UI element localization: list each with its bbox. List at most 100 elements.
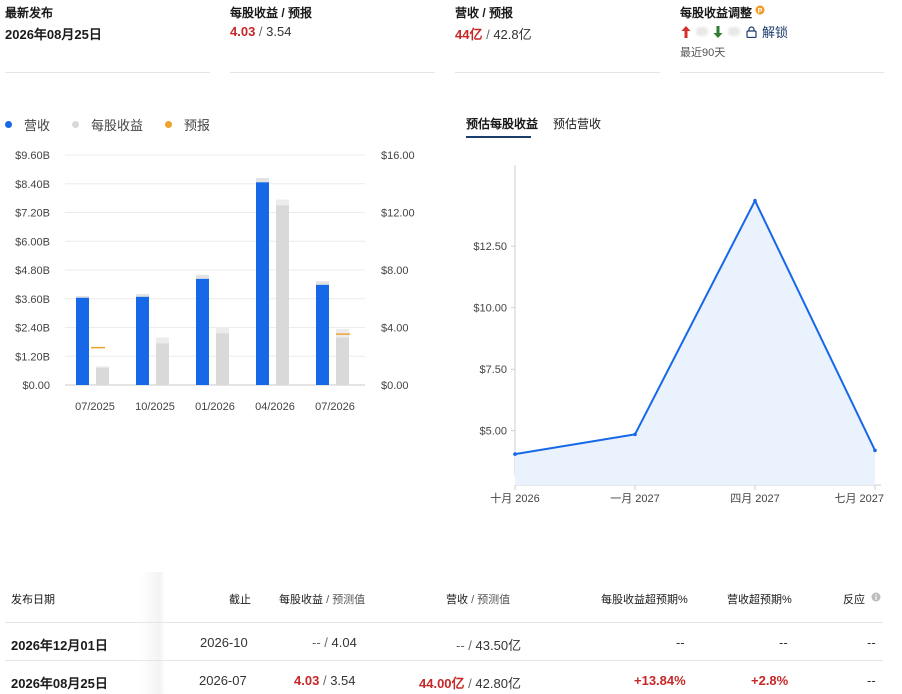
divider — [5, 72, 210, 73]
col-period[interactable]: 截止 — [229, 591, 251, 607]
unlock-label: 解锁 — [762, 25, 789, 40]
col-rev-surprise[interactable]: 营收超预期% — [727, 591, 792, 607]
legend-revenue-label: 营收 — [24, 118, 51, 133]
row-eps-estimate: 3.54 — [330, 673, 356, 688]
chart-legend: 营收 每股收益 预报 — [5, 115, 232, 134]
legend-revenue-dot — [5, 121, 12, 128]
eps-estimate-point — [753, 198, 757, 203]
row-rev-estimate: 43.50亿 — [475, 638, 522, 653]
eps-estimate-chart: $5.00 $7.50 $10.00 $12.50 十月 2026 一月 2027 四月 2… — [473, 165, 884, 505]
revenue-bar — [196, 278, 209, 385]
row-rev-surprise-value: +2.8% — [751, 673, 789, 688]
y-axis-tick-label: $12.50 — [473, 241, 507, 253]
legend-forecast-dot — [165, 121, 173, 128]
row-revenue: -- / 43.50亿 — [456, 635, 521, 654]
latest-release-label: 最新发布 — [5, 6, 54, 20]
left-axis-tick-label: $6.00B — [15, 236, 50, 248]
revenue-actual: 44亿 — [455, 27, 483, 42]
col-rev-slash: / — [471, 594, 475, 606]
unlock-link[interactable]: 解锁 — [746, 22, 788, 41]
revisions-period: 最近90天 — [680, 47, 726, 59]
divider — [680, 72, 884, 73]
eps-value: 4.03 / 3.54 — [230, 24, 291, 39]
row-rev-slash: / — [468, 676, 472, 691]
row-eps-estimate: 4.04 — [331, 635, 357, 650]
left-axis-tick-label: $4.80B — [15, 265, 50, 277]
left-axis-tick-label: $1.20B — [15, 351, 50, 363]
eps-actual: 4.03 — [230, 24, 256, 39]
col-reaction[interactable]: 反应 — [843, 591, 881, 607]
info-icon[interactable] — [871, 592, 881, 602]
legend-eps-dot — [72, 121, 80, 128]
eps-bar — [216, 333, 229, 385]
eps-bar — [276, 205, 289, 385]
row-eps-actual: 4.03 — [294, 673, 320, 688]
row-revenue: 44.00亿 / 42.80亿 — [419, 673, 521, 692]
row-reaction: -- — [867, 673, 876, 688]
row-rev-slash: / — [468, 638, 472, 653]
row-date: 2026年12月01日 — [11, 638, 108, 653]
eps-label: 每股收益 / 预报 — [230, 6, 313, 20]
revenue-bar — [256, 182, 269, 385]
col-rev-label: 营收 — [446, 594, 468, 606]
revenue-value: 44亿 / 42.8亿 — [455, 24, 532, 43]
eps-estimate-area — [515, 200, 875, 485]
eps-estimate-point — [633, 432, 637, 437]
left-axis-tick-label: $3.60B — [15, 294, 50, 306]
legend-forecast-label: 预报 — [184, 118, 211, 133]
divider — [5, 660, 883, 661]
row-rev-actual: 44.00亿 — [419, 676, 465, 691]
row-date: 2026年08月25日 — [11, 676, 108, 691]
col-eps-surprise[interactable]: 每股收益超预期% — [601, 591, 688, 607]
tab-eps-estimate[interactable]: 预估每股收益 — [466, 115, 538, 132]
row-rev-surprise: -- — [779, 635, 788, 650]
col-eps-est-label: 预测值 — [332, 594, 366, 606]
col-rev-est-label: 预测值 — [477, 594, 511, 606]
eps-sep: / — [255, 24, 267, 39]
lock-icon — [746, 25, 757, 38]
revenue-estimate: 42.8亿 — [493, 27, 532, 42]
x-axis-tick-label: 01/2026 — [195, 401, 235, 413]
x-axis-tick-label: 07/2025 — [75, 401, 115, 413]
y-axis-tick-label: $5.00 — [479, 426, 507, 438]
col-eps-slash: / — [326, 594, 330, 606]
arrow-up-icon — [681, 25, 691, 38]
x-axis-tick-label: 四月 2027 — [730, 493, 780, 505]
col-revenue[interactable]: 营收 / 预测值 — [446, 591, 510, 607]
col-eps-label: 每股收益 — [279, 594, 323, 606]
right-axis-tick-label: $0.00 — [381, 380, 409, 392]
col-reaction-label: 反应 — [843, 594, 865, 606]
row-eps: -- / 4.04 — [312, 635, 357, 650]
row-rev-surprise: +2.8% — [751, 673, 788, 688]
row-rev-estimate: 42.80亿 — [475, 676, 521, 691]
row-eps-surprise: -- — [676, 635, 685, 650]
divider — [455, 72, 660, 73]
row-reaction: -- — [867, 635, 876, 650]
x-axis-tick-label: 10/2025 — [135, 401, 175, 413]
eps-revisions-label: 每股收益调整 P — [680, 4, 765, 21]
legend-revenue: 营收 — [5, 115, 50, 134]
eps-bar — [96, 367, 109, 385]
col-eps[interactable]: 每股收益 / 预测值 — [279, 591, 365, 607]
revenue-bar — [316, 284, 329, 385]
row-eps-surprise-value: +13.84% — [634, 673, 686, 688]
legend-eps-label: 每股收益 — [91, 118, 144, 133]
x-axis-tick-label: 十月 2026 — [490, 491, 540, 505]
legend-eps: 每股收益 — [72, 115, 143, 134]
right-axis-tick-label: $8.00 — [381, 265, 409, 277]
latest-release-value: 2026年08月25日 — [5, 24, 102, 43]
legend-forecast: 预报 — [165, 115, 210, 134]
eps-revisions-row: 解锁 — [680, 22, 788, 41]
revenue-sep: / — [482, 27, 494, 42]
x-axis-tick-label: 一月 2027 — [610, 493, 660, 505]
eps-estimate-point — [873, 448, 877, 453]
eps-bar — [156, 343, 169, 385]
blurred-count — [728, 27, 740, 36]
tab-revenue-estimate[interactable]: 预估营收 — [553, 115, 601, 132]
row-eps-surprise: +13.84% — [634, 673, 686, 688]
svg-text:P: P — [758, 8, 763, 15]
col-release-date[interactable]: 发布日期 — [11, 591, 55, 607]
y-axis-tick-label: $10.00 — [473, 303, 507, 315]
eps-revisions-label-text: 每股收益调整 — [680, 6, 753, 20]
right-axis-tick-label: $12.00 — [381, 208, 415, 220]
